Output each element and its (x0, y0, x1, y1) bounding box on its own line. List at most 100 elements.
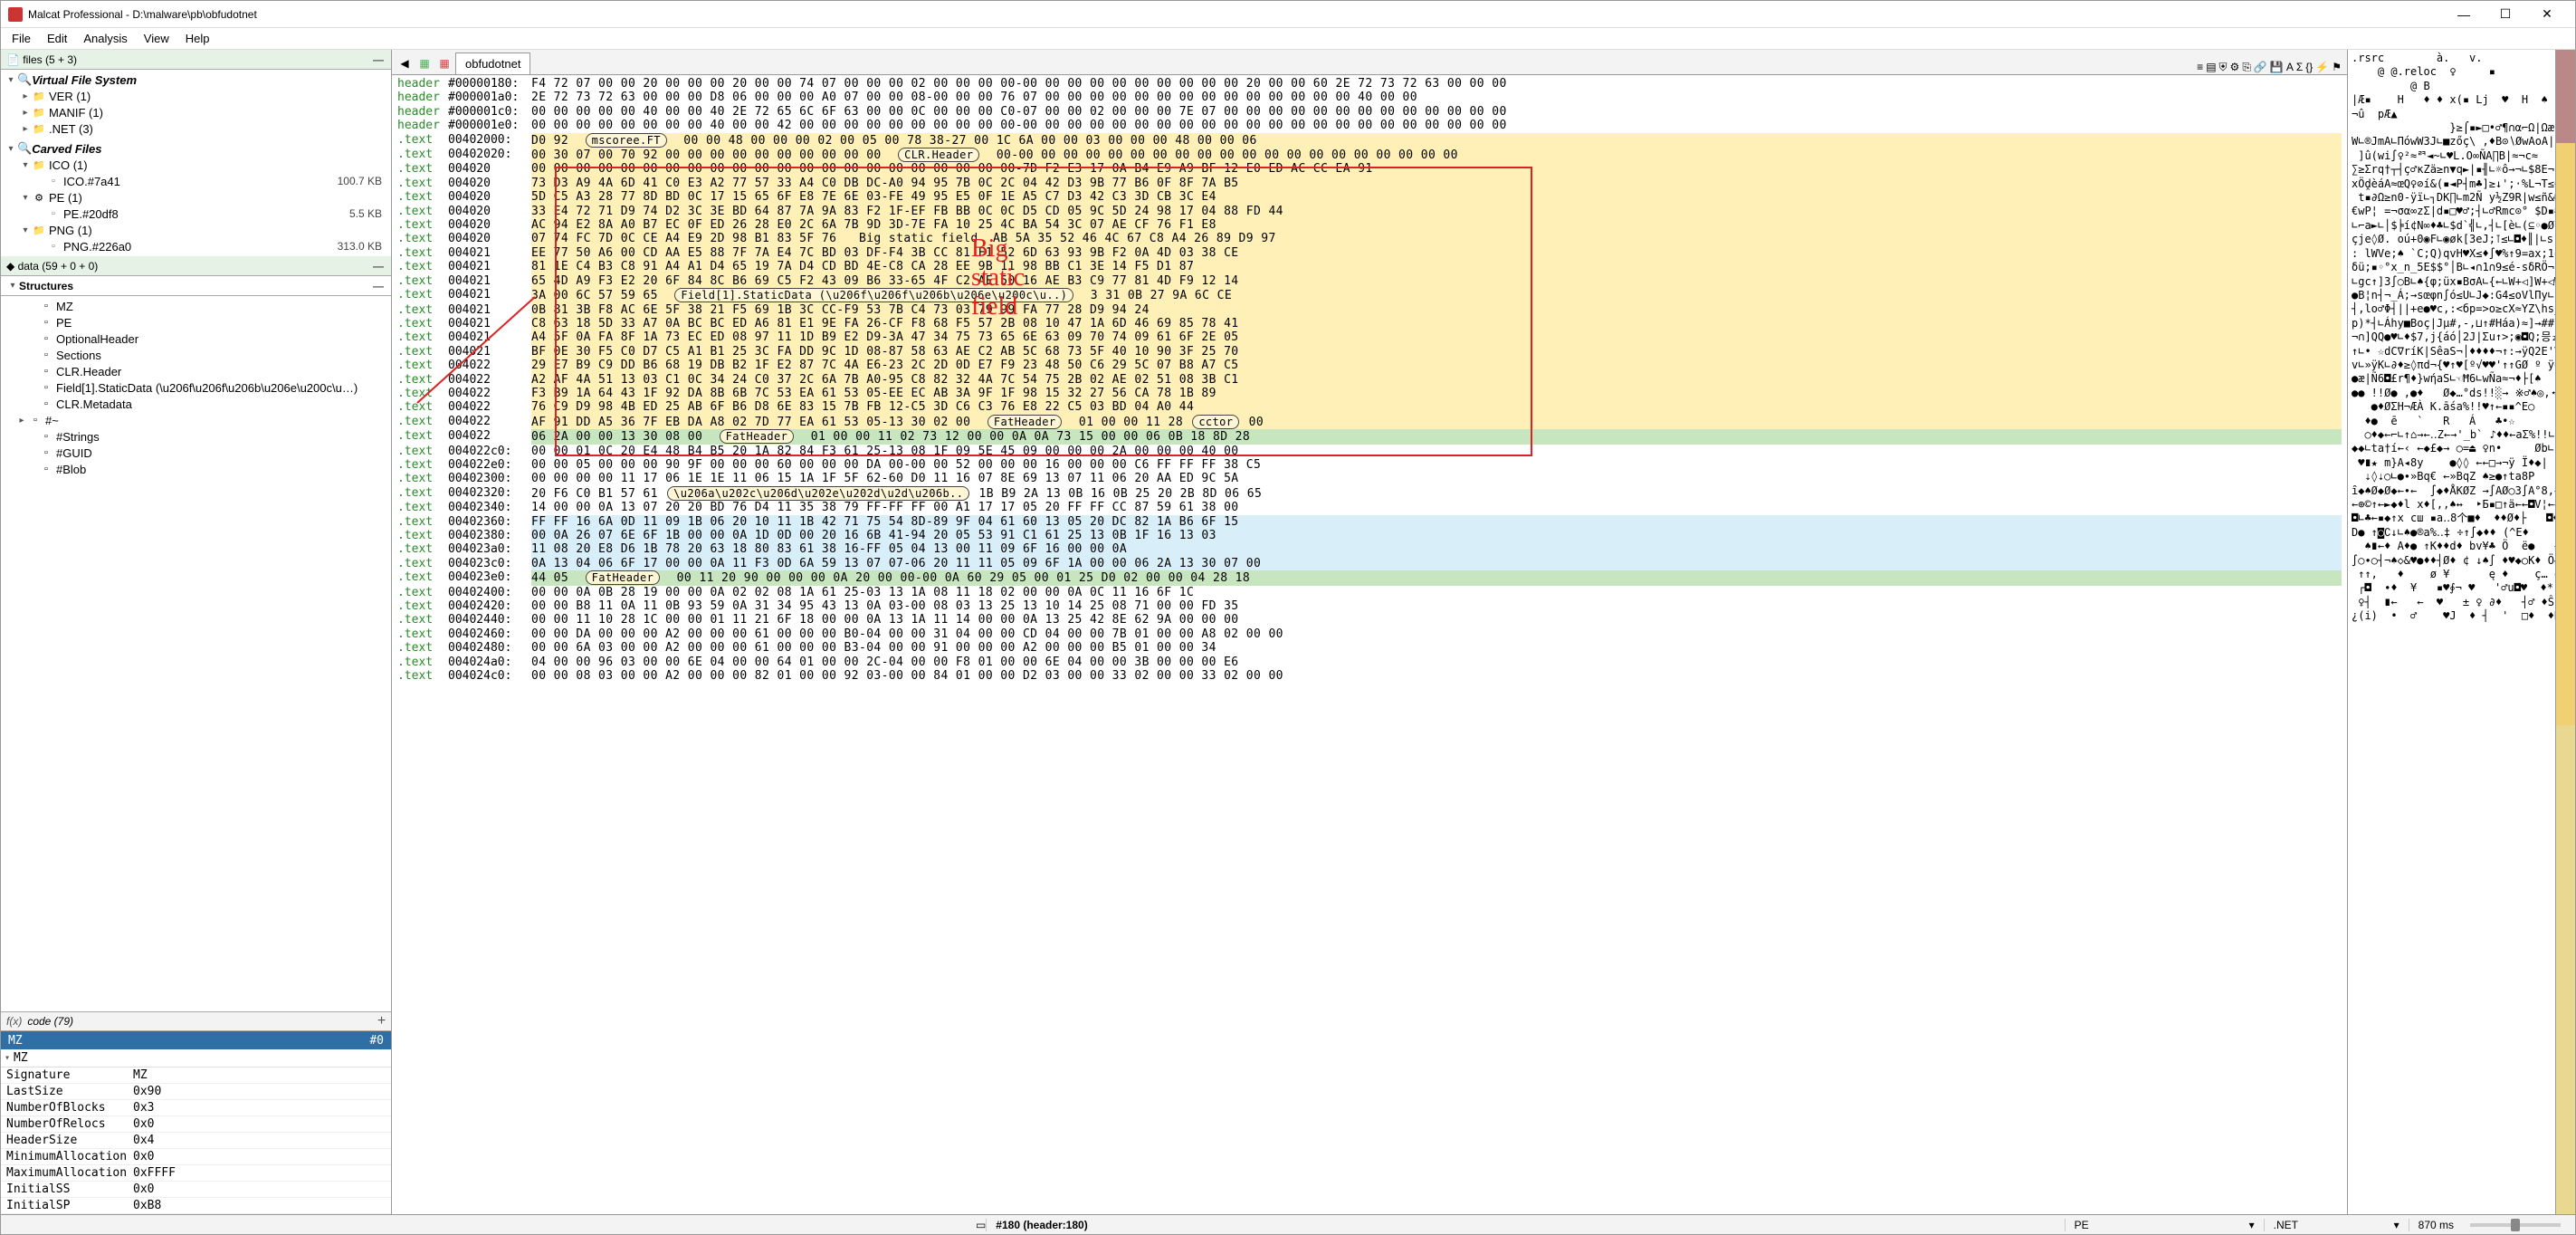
back-icon[interactable]: ◀ (396, 54, 414, 72)
hex-row[interactable]: .text004022A2 AF 4A 51 13 03 C1 0C 34 24… (397, 373, 2342, 387)
minimize-button[interactable]: — (2443, 1, 2485, 28)
tree-item[interactable]: ▾📁ICO (1) (1, 157, 391, 173)
structure-item[interactable]: ▫Field[1].StaticData (\u206f\u206f\u206b… (1, 379, 391, 396)
menu-analysis[interactable]: Analysis (76, 30, 134, 47)
tree-item[interactable]: ▾📁PNG (1) (1, 222, 391, 238)
hex-row[interactable]: .text004022c0:00 00 01 0C 20 E4 48 B4 B5… (397, 445, 2342, 458)
hex-row[interactable]: .text004021BF 0E 30 F5 C0 D7 C5 A1 B1 25… (397, 345, 2342, 359)
hex-row[interactable]: .text00402460:00 00 DA 00 00 00 A2 00 00… (397, 627, 2342, 641)
hex-row[interactable]: .text0040213A 00 6C 57 59 65 Field[1].St… (397, 288, 2342, 302)
hex-row[interactable]: .text004024c0:00 00 08 03 00 00 A2 00 00… (397, 669, 2342, 683)
add-button[interactable]: + (377, 1013, 386, 1029)
tab-obfudotnet[interactable]: obfudotnet (455, 53, 530, 74)
hex-row[interactable]: .text004021EE 77 50 A6 00 CD AA E5 88 7F… (397, 246, 2342, 260)
tree-item[interactable]: ▫ICO.#7a41100.7 KB (1, 173, 391, 189)
hex-row[interactable]: header#00000180:F4 72 07 00 00 20 00 00 … (397, 77, 2342, 91)
hex-row[interactable]: .text00402480:00 00 6A 03 00 00 A2 00 00… (397, 641, 2342, 655)
hex-row[interactable]: .text00402340:14 00 00 0A 13 07 20 20 BD… (397, 501, 2342, 514)
hex-row[interactable]: .text004023a0:11 08 20 E8 D6 1B 78 20 63… (397, 542, 2342, 556)
braces-icon[interactable]: {} (2305, 61, 2313, 74)
hex-row[interactable]: .text00402181 1E C4 B3 C8 91 A4 A1 D4 65… (397, 260, 2342, 273)
mz-tab[interactable]: MZ (1, 1034, 30, 1048)
close-button[interactable]: ✕ (2526, 1, 2568, 28)
menu-file[interactable]: File (5, 30, 38, 47)
hex-row[interactable]: .text004024a0:04 00 00 96 03 00 00 6E 04… (397, 656, 2342, 669)
new-file-red-icon[interactable]: ▦ (435, 54, 453, 72)
hex-row[interactable]: .text004023c0:0A 13 04 06 6F 17 00 00 0A… (397, 557, 2342, 570)
files-header[interactable]: 📄 files (5 + 3) — (1, 50, 391, 70)
copy-icon[interactable]: ⎘ (2242, 61, 2251, 74)
link-icon[interactable]: 🔗 (2254, 61, 2267, 74)
tree-section[interactable]: ▾🔍 Carved Files (1, 140, 391, 157)
hex-row[interactable]: .text0040210B 81 3B F8 AC 6E 5F 38 21 F5… (397, 303, 2342, 317)
structure-item[interactable]: ▸▫#~ (1, 412, 391, 428)
minimap[interactable] (2555, 50, 2575, 1214)
flag-icon[interactable]: ⚑ (2332, 61, 2342, 74)
hex-row[interactable]: .text00402033 E4 72 71 D9 74 D2 3C 3E BD… (397, 205, 2342, 218)
hex-row[interactable]: .text00402000:D0 92 mscoree.FT 00 00 48 … (397, 133, 2342, 148)
property-row[interactable]: MaximumAllocation0xFFFF (1, 1165, 391, 1182)
hex-row[interactable]: .text004022e0:00 00 05 00 00 00 90 9F 00… (397, 458, 2342, 472)
hex-row[interactable]: .text00402320:20 F6 C0 B1 57 61 \u206a\u… (397, 486, 2342, 501)
new-file-icon[interactable]: ▦ (415, 54, 434, 72)
menu-edit[interactable]: Edit (40, 30, 74, 47)
hex-row[interactable]: header#000001c0:00 00 00 00 00 40 00 00 … (397, 105, 2342, 119)
structures-header[interactable]: ▾ Structures — (1, 276, 391, 296)
tree-item[interactable]: ▸📁MANIF (1) (1, 104, 391, 120)
property-row[interactable]: NumberOfBlocks0x3 (1, 1100, 391, 1116)
structure-item[interactable]: ▫#GUID (1, 445, 391, 461)
tree-item[interactable]: ▫PE.#20df85.5 KB (1, 206, 391, 222)
structure-item[interactable]: ▫Sections (1, 347, 391, 363)
hex-row[interactable]: .text00402360:FF FF 16 6A 0D 11 09 1B 06… (397, 515, 2342, 529)
structure-item[interactable]: ▫#Strings (1, 428, 391, 445)
hex-row[interactable]: .text004022AF 91 DD A5 36 7F EB DA A8 02… (397, 415, 2342, 429)
hex-row[interactable]: .text0040205D C5 A3 28 77 8D BD 0C 17 15… (397, 190, 2342, 204)
status-runtime[interactable]: .NET ▾ (2264, 1219, 2409, 1231)
collapse-icon[interactable]: — (373, 53, 386, 66)
list-icon[interactable]: ≡ (2197, 61, 2203, 74)
hex-row[interactable]: .text00402165 4D A9 F3 E2 20 6F 84 8C B6… (397, 274, 2342, 288)
property-row[interactable]: LastSize0x90 (1, 1084, 391, 1100)
text-a-icon[interactable]: A (2286, 61, 2294, 74)
hex-view[interactable]: header#00000180:F4 72 07 00 00 20 00 00 … (392, 75, 2347, 1214)
save-icon[interactable]: 💾 (2270, 61, 2284, 74)
structure-item[interactable]: ▫CLR.Header (1, 363, 391, 379)
property-row[interactable]: NumberOfRelocs0x0 (1, 1116, 391, 1133)
tree-section[interactable]: ▾🔍 Virtual File System (1, 72, 391, 88)
tree-item[interactable]: ▸📁VER (1) (1, 88, 391, 104)
maximize-button[interactable]: ☐ (2485, 1, 2526, 28)
property-row[interactable]: MinimumAllocation0x0 (1, 1149, 391, 1165)
property-row[interactable]: HeaderSize0x4 (1, 1133, 391, 1149)
hex-row[interactable]: .text00402007 74 FC 7D 0C CE A4 E9 2D 98… (397, 232, 2342, 245)
hex-row[interactable]: .text00402073 D3 A9 4A 6D 41 C0 E3 A2 77… (397, 177, 2342, 190)
hex-row[interactable]: .text00402440:00 00 11 10 28 1C 00 00 01… (397, 613, 2342, 627)
page-icon[interactable]: ▤ (2206, 61, 2216, 74)
hex-row[interactable]: header#000001e0:00 00 00 00 00 00 00 00 … (397, 119, 2342, 132)
shield-icon[interactable]: ⛨ (2219, 61, 2228, 74)
hex-row[interactable]: .text00402000 00 00 00 00 00 00 00 00 00… (397, 162, 2342, 176)
bolt-icon[interactable]: ⚡ (2315, 61, 2329, 74)
hex-row[interactable]: .text00402300:00 00 00 00 11 17 06 1E 1E… (397, 472, 2342, 485)
collapse-icon[interactable]: — (373, 260, 386, 273)
hex-row[interactable]: .text00402206 2A 00 00 13 30 08 00 FatHe… (397, 429, 2342, 444)
tree-item[interactable]: ▫PNG.#226a0313.0 KB (1, 238, 391, 254)
ascii-view[interactable]: .rsrc à. v. @ @.reloc ♀ ▪ @ B|Æ▪ H ♦ ♦ x… (2348, 50, 2555, 1214)
property-row[interactable]: InitialSS0x0 (1, 1182, 391, 1198)
structure-item[interactable]: ▫#Blob (1, 461, 391, 477)
gear-icon[interactable]: ⚙ (2230, 61, 2240, 74)
hex-row[interactable]: .text00402400:00 00 0A 0B 28 19 00 00 0A… (397, 586, 2342, 599)
hex-row[interactable]: .text004021A4 5F 0A FA 8F 1A 73 EC ED 08… (397, 330, 2342, 344)
mz-label-row[interactable]: ▾ MZ (1, 1049, 391, 1067)
structure-item[interactable]: ▫CLR.Metadata (1, 396, 391, 412)
expander-icon[interactable]: ▾ (6, 281, 19, 291)
data-header[interactable]: ◆ data (59 + 0 + 0) — (1, 256, 391, 276)
zoom-slider[interactable] (2470, 1223, 2561, 1227)
structure-item[interactable]: ▫PE (1, 314, 391, 330)
structure-item[interactable]: ▫MZ (1, 298, 391, 314)
property-row[interactable]: SignatureMZ (1, 1067, 391, 1084)
hex-row[interactable]: .text004023e0:44 05 FatHeader 00 11 20 9… (397, 570, 2342, 585)
hex-row[interactable]: .text00402276 C9 D9 98 4B ED 25 AB 6F B6… (397, 400, 2342, 414)
structure-item[interactable]: ▫OptionalHeader (1, 330, 391, 347)
hex-row[interactable]: .text00402020:00 30 07 00 70 92 00 00 00… (397, 148, 2342, 162)
hex-row[interactable]: .text00402420:00 00 B8 11 0A 11 0B 93 59… (397, 599, 2342, 613)
